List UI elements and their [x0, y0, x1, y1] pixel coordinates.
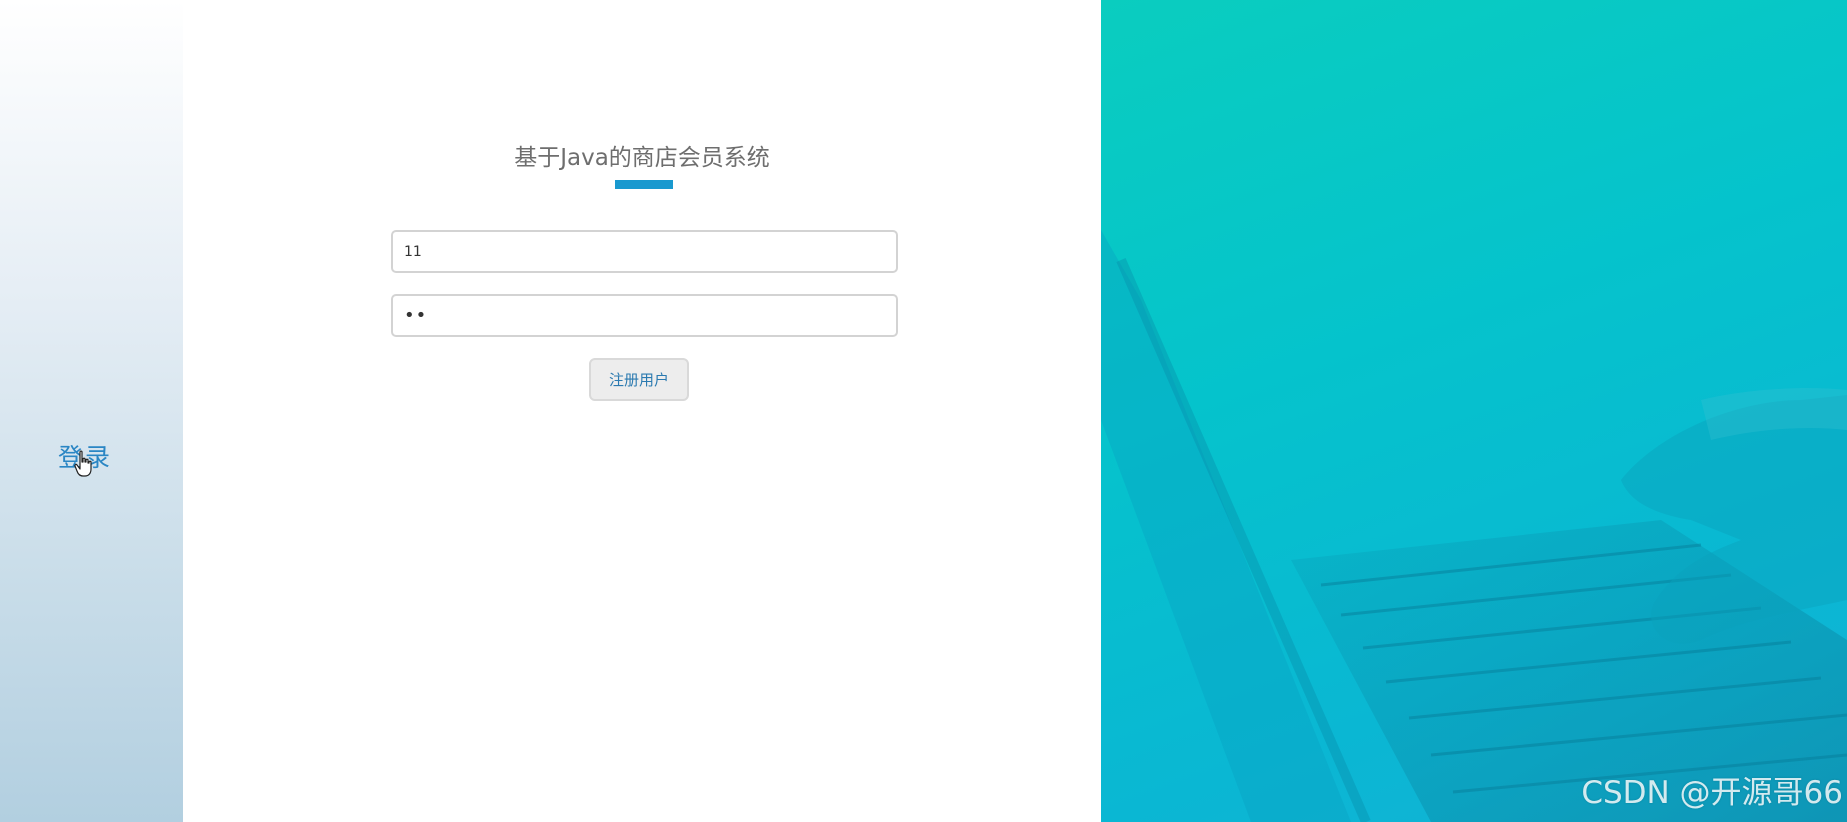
hero-image-panel: CSDN @开源哥66 [1101, 0, 1847, 822]
page-title: 基于Java的商店会员系统 [514, 145, 770, 171]
register-button[interactable]: 注册用户 [589, 358, 689, 401]
login-page: 登录 基于Java的商店会员系统 注册用户 [0, 0, 1847, 822]
username-input[interactable] [391, 230, 898, 273]
login-form-panel: 基于Java的商店会员系统 注册用户 [183, 0, 1101, 822]
left-sidebar: 登录 [0, 0, 183, 822]
csdn-watermark: CSDN @开源哥66 [1581, 775, 1843, 811]
title-underline [615, 180, 673, 189]
hand-pointer-icon [74, 450, 92, 477]
password-input[interactable] [391, 294, 898, 337]
laptop-background-image [1101, 230, 1847, 822]
